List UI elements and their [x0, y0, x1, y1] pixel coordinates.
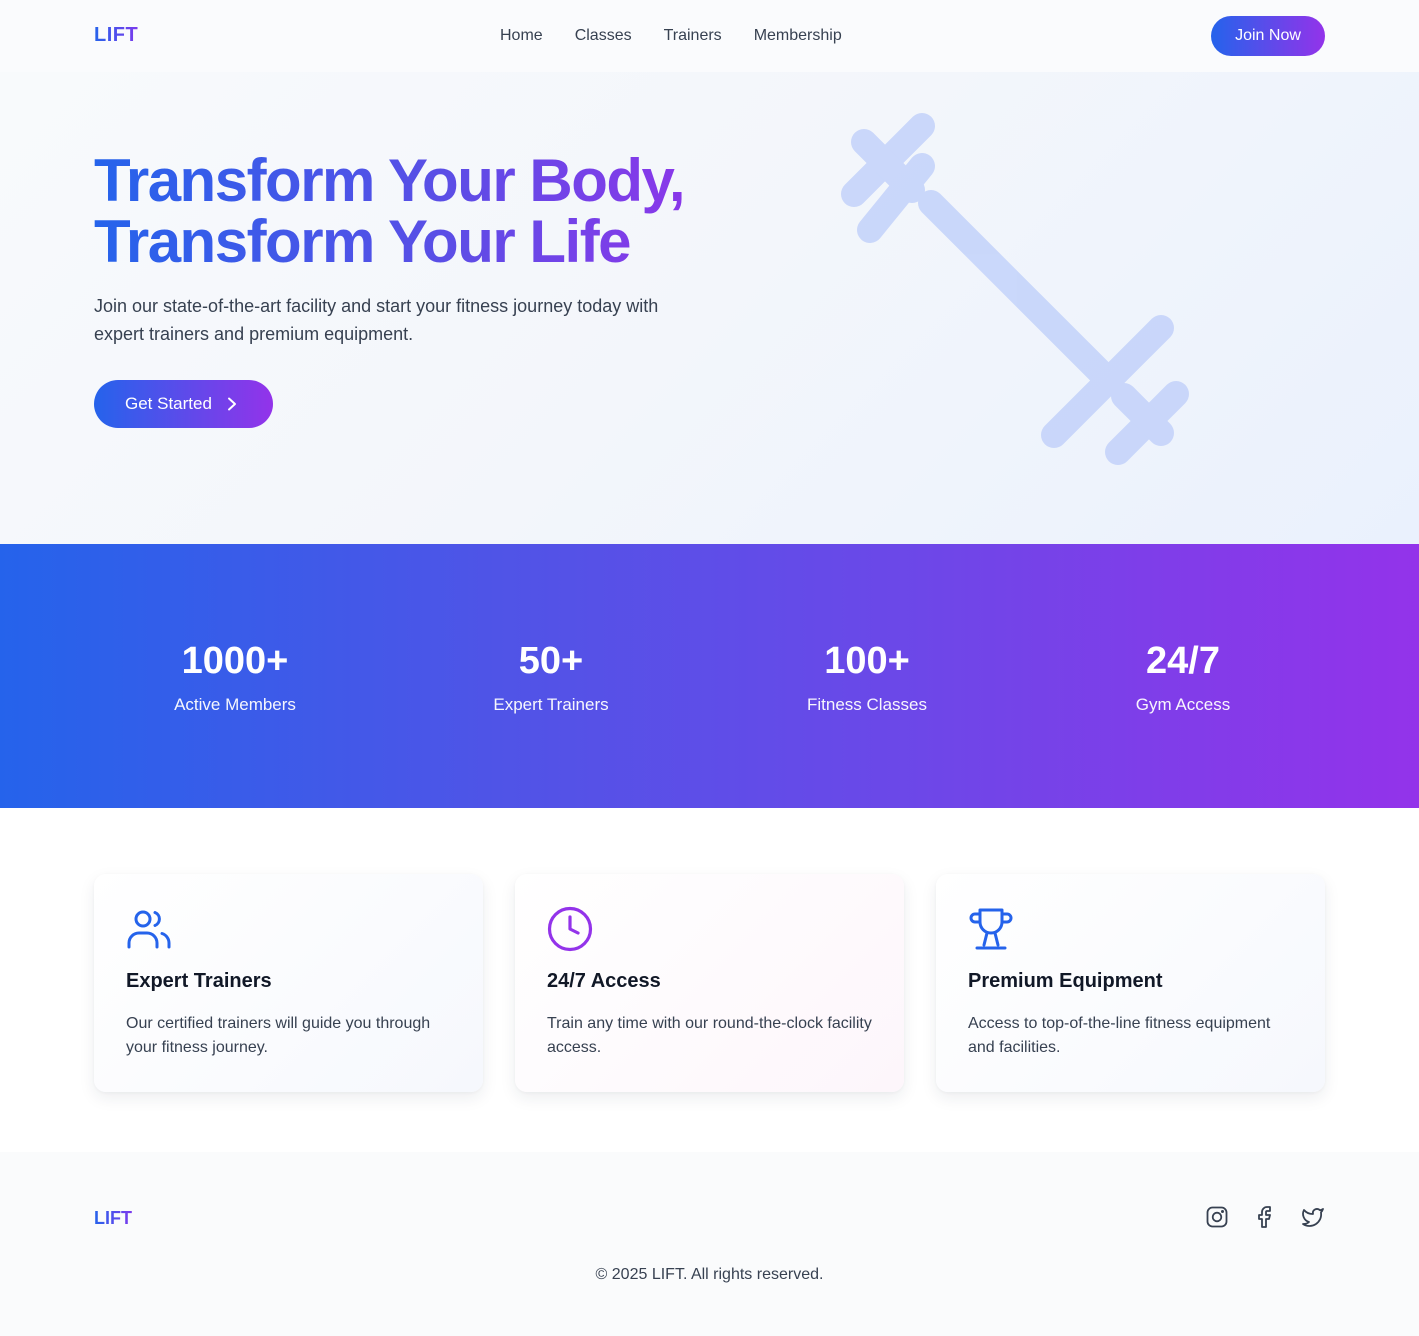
stat-label: Fitness Classes — [807, 695, 927, 714]
stat-value: 50+ — [518, 640, 584, 682]
hero-title-line-2: Transform Your Life — [94, 208, 631, 275]
feature-text: Train any time with our round-the-clock … — [547, 1015, 872, 1056]
stat-gym-access: 24/7 Gym Access — [1053, 640, 1313, 715]
instagram-icon[interactable] — [1205, 1205, 1229, 1229]
stat-active-members: 1000+ Active Members — [105, 640, 365, 715]
nav-home-link[interactable]: Home — [500, 25, 543, 47]
features-section: Expert Trainers Our certified trainers w… — [0, 808, 1419, 1152]
feature-card-premium-equipment: Premium Equipment Access to top-of-the-l… — [936, 874, 1325, 1092]
footer-logo[interactable]: LIFT — [94, 1208, 132, 1229]
stat-label: Gym Access — [1135, 695, 1231, 714]
stat-value: 100+ — [824, 640, 910, 682]
join-now-button[interactable]: Join Now — [1211, 16, 1325, 56]
stat-label: Active Members — [174, 695, 296, 714]
hero-section: Transform Your Body, Transform Your Life… — [0, 72, 1419, 544]
hero-subtitle: Join our state-of-the-art facility and s… — [94, 296, 659, 344]
facebook-icon[interactable] — [1253, 1205, 1277, 1229]
logo[interactable]: LIFT — [94, 24, 138, 47]
stat-value: 24/7 — [1146, 640, 1220, 682]
site-footer: LIFT © 2025 LIFT. All rights reserved. — [0, 1152, 1419, 1336]
feature-card-expert-trainers: Expert Trainers Our certified trainers w… — [94, 874, 483, 1092]
hero-title-line-1: Transform Your Body, — [94, 147, 685, 214]
main-nav: Home Classes Trainers Membership — [500, 25, 842, 47]
stat-expert-trainers: 50+ Expert Trainers — [421, 640, 681, 715]
feature-title: Premium Equipment — [968, 970, 1163, 992]
stat-value: 1000+ — [181, 640, 289, 682]
site-header: LIFT Home Classes Trainers Membership Jo… — [0, 0, 1419, 72]
dumbbell-icon — [841, 113, 1189, 465]
feature-title: 24/7 Access — [547, 970, 661, 992]
nav-trainers-link[interactable]: Trainers — [664, 25, 722, 47]
feature-card-24-7-access: 24/7 Access Train any time with our roun… — [515, 874, 904, 1092]
feature-text: Our certified trainers will guide you th… — [126, 1015, 431, 1056]
stats-section: 1000+ Active Members 50+ Expert Trainers… — [0, 544, 1419, 808]
clock-icon — [547, 906, 593, 952]
hero-title: Transform Your Body, Transform Your Life — [94, 150, 734, 272]
trophy-icon — [969, 908, 1013, 950]
stat-fitness-classes: 100+ Fitness Classes — [737, 640, 997, 715]
stat-label: Expert Trainers — [493, 695, 609, 714]
get-started-button[interactable]: Get Started — [94, 380, 273, 428]
social-links — [1205, 1205, 1325, 1229]
chevron-right-icon — [227, 397, 236, 411]
copyright-text: © 2025 LIFT. All rights reserved. — [595, 1266, 824, 1283]
twitter-icon[interactable] — [1301, 1205, 1325, 1229]
nav-classes-link[interactable]: Classes — [575, 25, 632, 47]
users-icon — [127, 910, 171, 949]
feature-title: Expert Trainers — [126, 970, 272, 992]
feature-text: Access to top-of-the-line fitness equipm… — [968, 1015, 1271, 1056]
nav-membership-link[interactable]: Membership — [754, 25, 842, 47]
get-started-label: Get Started — [125, 394, 212, 413]
